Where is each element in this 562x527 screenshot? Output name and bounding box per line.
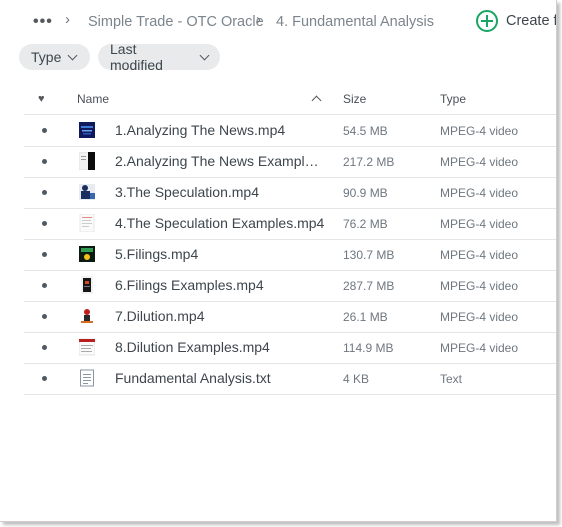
file-type: MPEG-4 video xyxy=(440,310,519,324)
file-name[interactable]: 2.Analyzing The News Examples.… xyxy=(115,153,325,169)
file-name[interactable]: 5.Filings.mp4 xyxy=(115,246,198,262)
table-row[interactable]: 7.Dilution.mp4 26.1 MB MPEG-4 video xyxy=(24,301,556,333)
file-size: 90.9 MB xyxy=(343,186,388,200)
favorite-dot-icon[interactable] xyxy=(42,314,47,319)
column-header-type[interactable]: Type xyxy=(440,92,466,106)
file-size: 76.2 MB xyxy=(343,217,388,231)
create-label: Create fo xyxy=(506,13,556,29)
favorite-dot-icon[interactable] xyxy=(42,190,47,195)
file-name[interactable]: 4.The Speculation Examples.mp4 xyxy=(115,215,324,231)
file-size: 26.1 MB xyxy=(343,310,388,324)
file-name[interactable]: 8.Dilution Examples.mp4 xyxy=(115,339,270,355)
favorite-dot-icon[interactable] xyxy=(42,345,47,350)
chevron-right-icon: › xyxy=(256,11,261,28)
sort-ascending-icon[interactable] xyxy=(311,95,322,106)
table-header: ♥ Name Size Type xyxy=(24,84,556,115)
breadcrumb-item-fundamental-analysis[interactable]: 4. Fundamental Analysis xyxy=(276,14,434,30)
file-type: MPEG-4 video xyxy=(440,341,519,355)
video-thumbnail-icon xyxy=(79,183,95,201)
video-thumbnail-icon xyxy=(79,245,95,263)
file-type: MPEG-4 video xyxy=(440,217,519,231)
file-type: MPEG-4 video xyxy=(440,279,519,293)
table-row[interactable]: 4.The Speculation Examples.mp4 76.2 MB M… xyxy=(24,208,556,240)
breadcrumb-item-simple-trade[interactable]: Simple Trade - OTC Oracle xyxy=(88,14,264,30)
table-row[interactable]: 1.Analyzing The News.mp4 54.5 MB MPEG-4 … xyxy=(24,115,556,147)
file-name[interactable]: 6.Filings Examples.mp4 xyxy=(115,277,264,293)
chevron-right-icon: › xyxy=(65,11,70,28)
video-thumbnail-icon xyxy=(79,338,95,356)
file-type: MPEG-4 video xyxy=(440,186,519,200)
file-size: 114.9 MB xyxy=(343,341,394,355)
text-file-icon xyxy=(79,369,95,387)
file-name[interactable]: 7.Dilution.mp4 xyxy=(115,308,205,324)
video-thumbnail-icon xyxy=(79,214,95,232)
file-type: MPEG-4 video xyxy=(440,155,519,169)
video-thumbnail-icon xyxy=(79,276,95,294)
file-name[interactable]: Fundamental Analysis.txt xyxy=(115,370,271,386)
table-row[interactable]: Fundamental Analysis.txt 4 KB Text xyxy=(24,363,556,395)
chevron-down-icon xyxy=(67,50,78,60)
video-thumbnail-icon xyxy=(79,152,95,170)
table-row[interactable]: 8.Dilution Examples.mp4 114.9 MB MPEG-4 … xyxy=(24,332,556,364)
file-size: 287.7 MB xyxy=(343,279,395,293)
plus-circle-icon xyxy=(476,10,498,32)
column-header-size[interactable]: Size xyxy=(343,92,366,106)
file-size: 130.7 MB xyxy=(343,248,395,262)
favorite-dot-icon[interactable] xyxy=(42,376,47,381)
favorite-dot-icon[interactable] xyxy=(42,252,47,257)
type-filter-label: Type xyxy=(31,49,62,65)
file-type: MPEG-4 video xyxy=(440,248,519,262)
file-size: 4 KB xyxy=(343,372,370,386)
video-thumbnail-icon xyxy=(79,307,95,325)
favorite-dot-icon[interactable] xyxy=(42,283,47,288)
favorite-dot-icon[interactable] xyxy=(42,128,47,133)
file-type: Text xyxy=(440,372,463,386)
table-row[interactable]: 2.Analyzing The News Examples.… 217.2 MB… xyxy=(24,146,556,178)
heart-icon[interactable]: ♥ xyxy=(38,93,45,105)
file-size: 54.5 MB xyxy=(343,124,388,138)
file-size: 217.2 MB xyxy=(343,155,395,169)
table-row[interactable]: 3.The Speculation.mp4 90.9 MB MPEG-4 vid… xyxy=(24,177,556,209)
last-modified-filter-button[interactable]: Last modified xyxy=(98,41,220,73)
file-browser-window: ••• › Simple Trade - OTC Oracle › 4. Fun… xyxy=(0,0,557,522)
type-filter-button[interactable]: Type xyxy=(19,44,90,70)
table-row[interactable]: 6.Filings Examples.mp4 287.7 MB MPEG-4 v… xyxy=(24,270,556,302)
last-modified-filter-label: Last modified xyxy=(110,41,163,73)
video-thumbnail-icon xyxy=(79,121,95,139)
favorite-dot-icon[interactable] xyxy=(42,159,47,164)
breadcrumb: ••• › Simple Trade - OTC Oracle › 4. Fun… xyxy=(0,0,556,42)
file-name[interactable]: 1.Analyzing The News.mp4 xyxy=(115,122,285,138)
column-header-name[interactable]: Name xyxy=(77,92,109,106)
table-row[interactable]: 5.Filings.mp4 130.7 MB MPEG-4 video xyxy=(24,239,556,271)
file-name[interactable]: 3.The Speculation.mp4 xyxy=(115,184,259,200)
chevron-down-icon xyxy=(199,50,210,60)
favorite-dot-icon[interactable] xyxy=(42,221,47,226)
file-type: MPEG-4 video xyxy=(440,124,519,138)
create-folder-button[interactable]: Create fo xyxy=(476,10,556,32)
more-icon[interactable]: ••• xyxy=(33,13,53,31)
